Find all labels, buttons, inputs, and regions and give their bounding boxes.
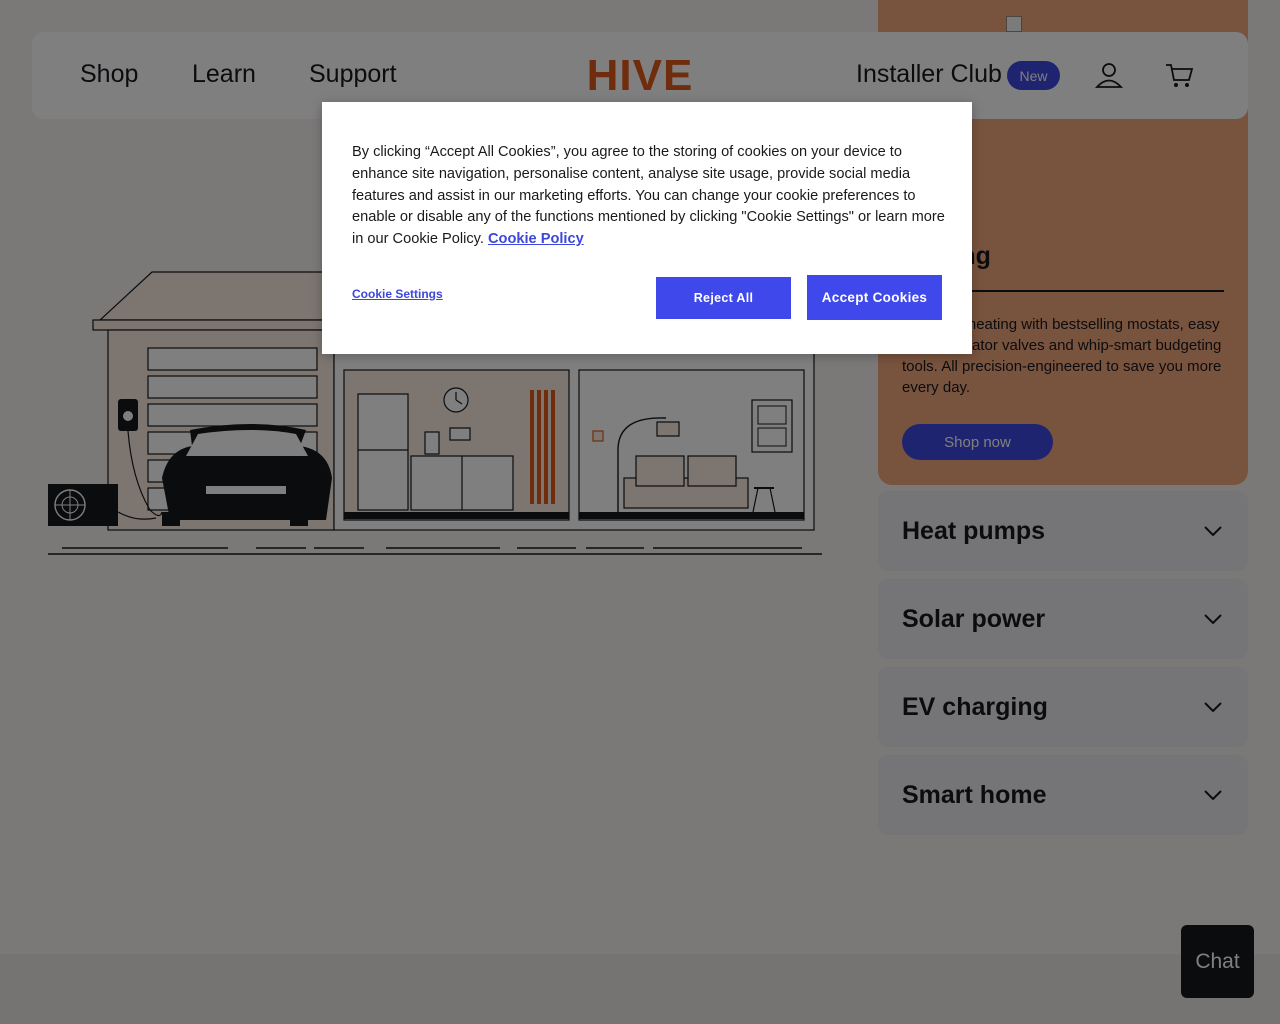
reject-all-button[interactable]: Reject All — [656, 277, 791, 319]
accept-cookies-button[interactable]: Accept Cookies — [807, 275, 942, 320]
cookie-consent-dialog: By clicking “Accept All Cookies”, you ag… — [322, 102, 972, 354]
cookie-settings-link[interactable]: Cookie Settings — [352, 287, 443, 301]
cookie-policy-link[interactable]: Cookie Policy — [488, 231, 584, 247]
cookie-message: By clicking “Accept All Cookies”, you ag… — [352, 142, 948, 251]
cookie-message-text: By clicking “Accept All Cookies”, you ag… — [352, 144, 945, 248]
